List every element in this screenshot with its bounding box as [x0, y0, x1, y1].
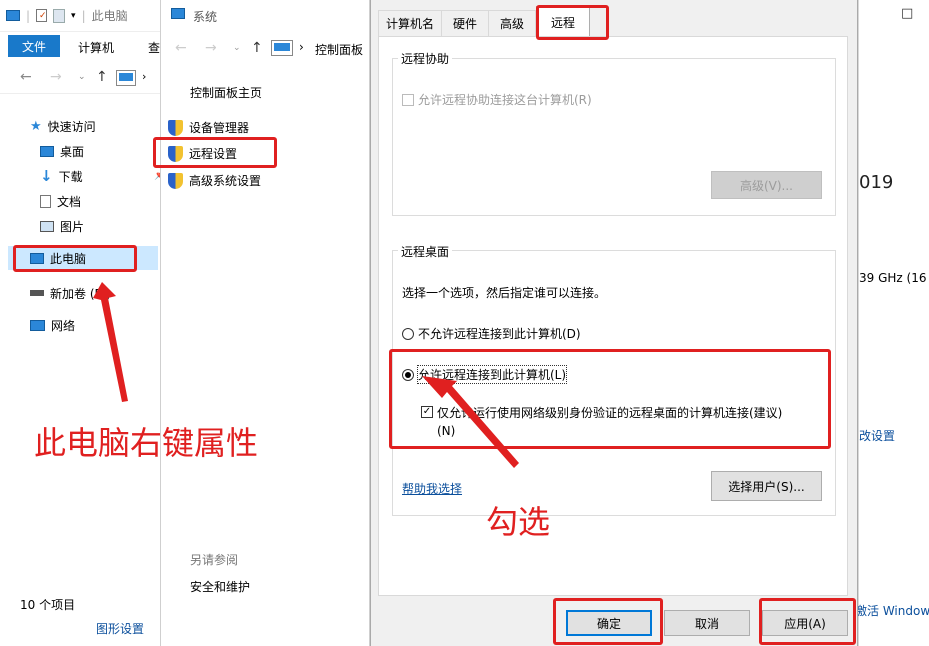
annotation-arrows: [93, 282, 519, 468]
arrow-to-allow-option: [422, 376, 519, 468]
annotation-check: 勾选: [486, 503, 551, 541]
arrow-to-this-pc: [93, 282, 128, 402]
annotation-right-click-properties: 此电脑右键属性: [34, 424, 259, 462]
